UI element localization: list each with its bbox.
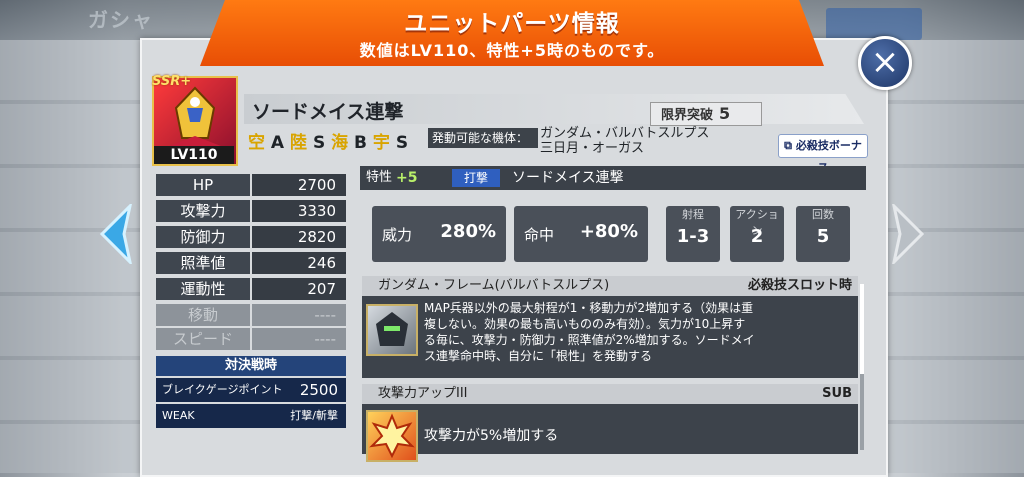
stat-value: ---- — [252, 328, 346, 350]
range-value: 1-3 — [676, 226, 710, 247]
range-label: 射程 — [682, 208, 704, 221]
scrollbar-thumb[interactable] — [860, 284, 864, 374]
trait-bar: 特性 +5 打撃 ソードメイス連撃 — [360, 166, 866, 190]
trait-label: 特性 — [366, 170, 393, 185]
accuracy-label: 命中 — [524, 226, 555, 244]
compatible-units: ガンダム・バルバトスルプス 三日月・オーガス — [540, 126, 709, 156]
accuracy-box: 命中 +80% — [514, 206, 648, 262]
copy-icon: ⧉ — [784, 139, 792, 152]
pvp-weak-value: 打撃/斬撃 — [290, 409, 338, 422]
count-box: 回数 5 — [796, 206, 850, 262]
limit-break-value: 5 — [719, 104, 731, 123]
pvp-weak-row: WEAK 打撃/斬撃 — [156, 404, 346, 428]
skill-description-line: MAP兵器以外の最大射程が1・移動力が2増加する（効果は重 — [424, 301, 754, 315]
range-box: 射程 1-3 — [666, 206, 720, 262]
stat-value: 2820 — [252, 226, 346, 248]
close-icon: × — [870, 42, 900, 82]
unit-name: ソードメイス連撃 — [252, 101, 404, 123]
stat-value: 246 — [252, 252, 346, 274]
power-value: 280% — [440, 221, 496, 242]
limit-break: 限界突破 5 — [650, 102, 762, 126]
stat-label: 移動 — [156, 304, 250, 326]
pvp-weak-label: WEAK — [162, 409, 195, 422]
stat-row: 防御力 2820 — [156, 226, 346, 248]
skill-description-line: ス連撃命中時、自分に「根性」を発動する — [424, 349, 653, 363]
skills-scrollbar[interactable] — [860, 284, 864, 450]
stat-label: 照準値 — [156, 252, 250, 274]
skill-name: 攻撃力アップIII — [378, 386, 468, 401]
count-value: 5 — [816, 226, 830, 247]
terrain-sea: 海 — [331, 133, 349, 153]
stat-value: 2700 — [252, 174, 346, 196]
stat-row: 運動性 207 — [156, 278, 346, 300]
compatible-units-label: 発動可能な機体： — [428, 128, 538, 148]
unit-level: LV110 — [154, 146, 234, 164]
panel-header: ユニットパーツ情報 数値はLV110、特性+5時のものです。 — [200, 0, 824, 66]
terrain-land-rank: S — [312, 133, 326, 153]
stats-table: HP 2700 攻撃力 3330 防御力 2820 照準値 246 運動性 20… — [156, 174, 346, 350]
skill-description-line: 複しない。効果の最も高いもののみ有効）。気力が10上昇す — [424, 317, 746, 331]
action-box: アクション 2 — [730, 206, 784, 262]
stat-row: 攻撃力 3330 — [156, 200, 346, 222]
skill-name: ガンダム・フレーム(バルバトスルプス) — [378, 278, 610, 293]
stat-row: HP 2700 — [156, 174, 346, 196]
skill-description: 攻撃力が5%増加する — [424, 428, 854, 444]
skill-tag: 必殺技スロット時 — [747, 278, 852, 293]
power-label: 威力 — [382, 226, 413, 244]
explosion-icon — [369, 413, 415, 459]
unit-name-bar: ソードメイス連撃 — [244, 94, 864, 124]
stat-row: 移動 ---- — [156, 304, 346, 326]
trait-plus: +5 — [396, 170, 418, 186]
panel-title: ユニットパーツ情報 — [404, 11, 620, 37]
stat-label: 攻撃力 — [156, 200, 250, 222]
previous-arrow-icon[interactable] — [96, 204, 136, 264]
stat-label: HP — [156, 174, 250, 196]
terrain-air-rank: A — [270, 133, 285, 153]
background-badge — [826, 8, 922, 40]
count-label: 回数 — [812, 208, 834, 221]
pvp-break-label: ブレイクゲージポイント — [162, 383, 283, 396]
attack-category-badge: 打撃 — [452, 169, 500, 187]
special-bonus-button[interactable]: ⧉ 必殺技ボーナス — [778, 134, 868, 174]
skill-header: ガンダム・フレーム(バルバトスルプス) 必殺技スロット時 — [362, 276, 858, 296]
skill-description-line: 攻撃力が5%増加する — [424, 428, 559, 444]
next-arrow-icon[interactable] — [888, 204, 928, 264]
stat-value: 207 — [252, 278, 346, 300]
stat-label: 防御力 — [156, 226, 250, 248]
terrain-sea-rank: B — [354, 133, 367, 153]
pvp-title: 対決戦時 — [156, 356, 346, 376]
gundam-frame-icon — [366, 304, 418, 356]
panel-subtitle: 数値はLV110、特性+5時のものです。 — [359, 41, 665, 60]
stat-value: 3330 — [252, 200, 346, 222]
power-box: 威力 280% — [372, 206, 506, 262]
skill-tag: SUB — [822, 386, 852, 401]
action-value: 2 — [750, 226, 764, 247]
terrain-space: 宇 — [372, 133, 390, 153]
rarity-badge: SSR+ — [152, 74, 192, 89]
mech-head-icon — [376, 312, 408, 346]
terrain-land: 陸 — [290, 133, 308, 153]
accuracy-value: +80% — [579, 221, 638, 242]
stat-value: ---- — [252, 304, 346, 326]
terrain-air: 空 — [248, 133, 265, 153]
stat-label: 運動性 — [156, 278, 250, 300]
limit-break-label: 限界突破 — [661, 108, 714, 123]
close-button[interactable]: × — [858, 36, 912, 90]
attack-name: ソードメイス連撃 — [512, 170, 624, 186]
pvp-break-value: 2500 — [299, 381, 338, 399]
terrain-space-rank: S — [395, 133, 409, 153]
compatible-unit-2: 三日月・オーガス — [540, 141, 645, 156]
compatible-unit-1: ガンダム・バルバトスルプス — [540, 126, 710, 141]
stat-row: スピード ---- — [156, 328, 346, 350]
skill-header: 攻撃力アップIII SUB — [362, 384, 858, 404]
attack-up-icon — [366, 410, 418, 462]
terrain-ranks: 空 A 陸 S 海 B 宇 S — [248, 128, 408, 153]
stat-row: 照準値 246 — [156, 252, 346, 274]
skill-description: MAP兵器以外の最大射程が1・移動力が2増加する（効果は重 複しない。効果の最も… — [424, 300, 854, 364]
stat-label: スピード — [156, 328, 250, 350]
pvp-break-row: ブレイクゲージポイント 2500 — [156, 378, 346, 402]
skill-description-line: る毎に、攻撃力・防御力・照準値が2%増加する。ソードメイ — [424, 333, 755, 347]
